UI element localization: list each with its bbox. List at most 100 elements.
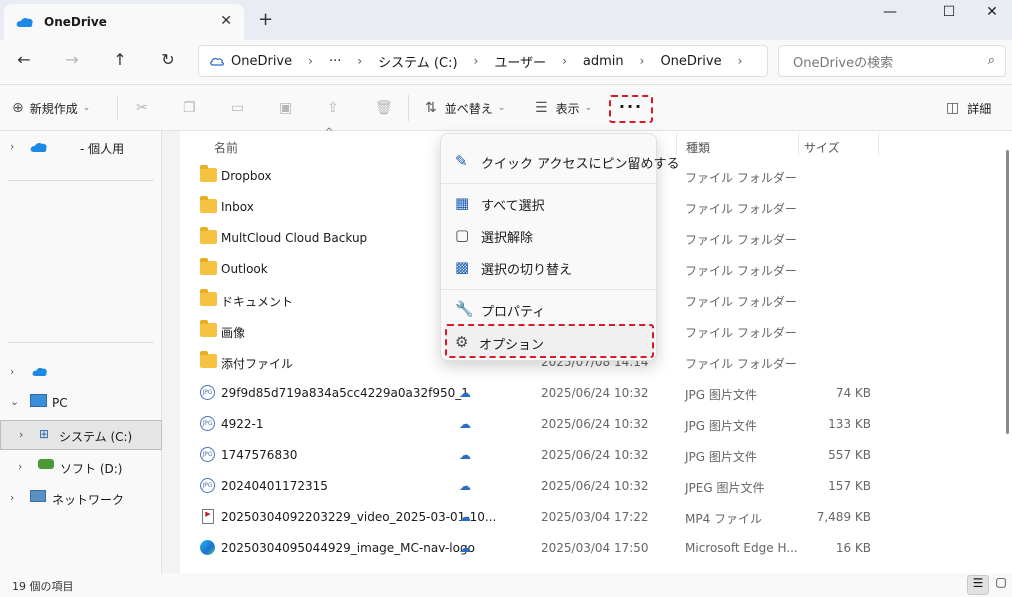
- menu-item-properties[interactable]: 🔧 プロパティ: [445, 294, 654, 324]
- sidebar-item-system-drive[interactable]: › ⊞ システム (C:): [0, 420, 162, 450]
- edge-browser-icon: [200, 540, 215, 555]
- command-bar: ⊕ 新規作成 ⌄ ✂ ❐ ▭ ▣ ⇪ 🗑 ⇅ 並べ替え ⌄ ☰ 表示 ⌄ ···…: [0, 85, 1012, 131]
- chevron-right-icon[interactable]: ›: [10, 491, 14, 504]
- close-window-button[interactable]: ✕: [972, 4, 1012, 26]
- file-name: 29f9d85d719a834a5cc4229a0a32f950_1: [221, 386, 469, 400]
- see-more-button[interactable]: ···: [609, 95, 653, 123]
- breadcrumb-separator-icon[interactable]: ›: [738, 54, 743, 68]
- folder-icon: [200, 289, 217, 306]
- file-type: JPEG 图片文件: [685, 481, 765, 495]
- sort-button[interactable]: ⇅ 並べ替え ⌄: [425, 97, 505, 119]
- paste-icon[interactable]: ▭: [231, 97, 244, 119]
- column-header-type[interactable]: 種類: [686, 139, 710, 156]
- sidebar-item-pc[interactable]: ⌄ PC: [0, 388, 162, 418]
- file-type: ファイル フォルダー: [685, 233, 797, 247]
- file-name: 添付ファイル: [221, 357, 294, 371]
- chevron-right-icon[interactable]: ›: [19, 428, 23, 441]
- sidebar-item-network[interactable]: › ネットワーク: [0, 483, 162, 513]
- delete-icon[interactable]: 🗑: [375, 97, 393, 119]
- folder-icon: [200, 320, 217, 337]
- search-input[interactable]: OneDriveの検索: [793, 52, 893, 71]
- image-file-icon: JPG: [200, 385, 215, 400]
- cloud-status-icon: ☁: [459, 417, 471, 431]
- tiles-view-button[interactable]: ▢: [990, 575, 1012, 595]
- file-size: 7,489 KB: [816, 510, 871, 524]
- file-name: 画像: [221, 326, 246, 340]
- breadcrumb-system-drive[interactable]: システム (C:): [378, 52, 457, 71]
- sidebar-item-label: システム (C:): [59, 430, 133, 444]
- details-view-button[interactable]: ☰: [967, 575, 989, 595]
- menu-item-label: クイック アクセスにピン留めする: [481, 157, 680, 172]
- breadcrumb-onedrive-current[interactable]: OneDrive: [660, 54, 721, 69]
- menu-separator: [441, 289, 658, 290]
- file-date: 2025/03/04 17:22: [541, 510, 649, 524]
- breadcrumb-more[interactable]: ···: [329, 54, 341, 69]
- file-type: JPG 图片文件: [685, 450, 757, 464]
- file-size: 16 KB: [835, 541, 871, 555]
- tab-title: OneDrive: [44, 15, 107, 29]
- chevron-right-icon[interactable]: ›: [10, 365, 14, 378]
- tab-close-icon[interactable]: ✕: [220, 13, 232, 29]
- address-bar[interactable]: OneDrive › ··· › システム (C:) › ユーザー › admi…: [198, 45, 768, 77]
- forward-button[interactable]: →: [58, 50, 86, 74]
- folder-icon: [200, 227, 217, 244]
- minimize-button[interactable]: —: [870, 4, 910, 26]
- title-bar: OneDrive ✕ + — ☐ ✕: [0, 0, 1012, 40]
- menu-item-invert-selection[interactable]: ▩ 選択の切り替え: [445, 252, 654, 282]
- cut-icon[interactable]: ✂: [136, 97, 148, 119]
- sidebar-divider: [8, 342, 154, 343]
- image-file-icon: JPG: [200, 478, 215, 493]
- search-box[interactable]: OneDriveの検索 ⌕: [778, 45, 1006, 77]
- column-divider: [676, 133, 677, 155]
- details-button[interactable]: ◫ 詳細: [946, 97, 991, 119]
- file-type: Microsoft Edge H...: [685, 541, 798, 555]
- chevron-right-icon[interactable]: ›: [18, 460, 22, 473]
- chevron-right-icon[interactable]: ›: [10, 140, 14, 153]
- menu-item-select-all[interactable]: ▦ すべて選択: [445, 188, 654, 218]
- refresh-button[interactable]: ↻: [154, 50, 182, 74]
- file-date: 2025/06/24 10:32: [541, 417, 649, 431]
- sidebar-item-onedrive[interactable]: ›: [0, 357, 162, 387]
- share-icon[interactable]: ⇪: [327, 97, 339, 119]
- column-header-size[interactable]: サイズ: [804, 139, 840, 156]
- file-date: 2025/06/24 10:32: [541, 448, 649, 462]
- search-icon: ⌕: [987, 53, 995, 68]
- vertical-scrollbar[interactable]: [1006, 150, 1009, 434]
- file-row[interactable]: JPG 4922-1 ☁ 2025/06/24 10:32 JPG 图片文件 133 KB: [180, 409, 1012, 440]
- file-row[interactable]: JPG 29f9d85d719a834a5cc4229a0a32f950_1 ☁ 20…: [180, 378, 1012, 409]
- file-row[interactable]: ▶ 20250304092203229_video_2025-03-01-10..…: [180, 502, 1012, 533]
- copy-icon[interactable]: ❐: [183, 97, 196, 119]
- tab-onedrive[interactable]: OneDrive ✕: [4, 4, 244, 40]
- back-button[interactable]: ←: [10, 50, 38, 74]
- breadcrumb-onedrive[interactable]: OneDrive: [231, 54, 292, 69]
- up-button[interactable]: ↑: [106, 50, 134, 74]
- new-button[interactable]: ⊕ 新規作成 ⌄: [12, 97, 90, 119]
- new-tab-button[interactable]: +: [258, 9, 273, 30]
- breadcrumb-admin[interactable]: admin: [583, 54, 624, 69]
- breadcrumb-separator-icon: ›: [357, 54, 363, 68]
- sidebar-item-soft-drive[interactable]: › ソフト (D:): [0, 452, 162, 482]
- file-type: ファイル フォルダー: [685, 357, 797, 371]
- file-row[interactable]: 20250304095044929_image_MC-nav-logo ☁ 2025…: [180, 533, 1012, 564]
- breadcrumb-users[interactable]: ユーザー: [494, 52, 546, 71]
- menu-item-label: 選択解除: [481, 231, 534, 246]
- column-header-name[interactable]: 名前: [214, 139, 238, 156]
- maximize-button[interactable]: ☐: [929, 4, 969, 26]
- video-file-icon: ▶: [202, 509, 214, 524]
- file-row[interactable]: JPG 1747576830 ☁ 2025/06/24 10:32 JPG 图片文件 55…: [180, 440, 1012, 471]
- chevron-down-icon[interactable]: ⌄: [10, 395, 19, 408]
- menu-item-pin-quick-access[interactable]: ✎ クイック アクセスにピン留めする: [445, 146, 679, 176]
- view-button[interactable]: ☰ 表示 ⌄: [535, 97, 592, 119]
- menu-item-select-none[interactable]: ▢ 選択解除: [445, 220, 654, 250]
- file-name: Outlook: [221, 262, 268, 276]
- menu-item-options[interactable]: ⚙ オプション: [445, 324, 654, 358]
- file-row[interactable]: JPG 20240401172315 ☁ 2025/06/24 10:32 JPEG 图…: [180, 471, 1012, 502]
- breadcrumb-separator-icon: ›: [562, 54, 567, 68]
- rename-icon[interactable]: ▣: [279, 97, 292, 119]
- sidebar-item-onedrive-personal[interactable]: › - 個人用: [0, 132, 162, 162]
- network-icon: [30, 490, 46, 502]
- file-date: 2025/03/04 17:50: [541, 541, 649, 555]
- file-name: ドキュメント: [221, 295, 294, 309]
- chevron-down-icon: ⌄: [497, 103, 506, 113]
- file-type: ファイル フォルダー: [685, 264, 797, 278]
